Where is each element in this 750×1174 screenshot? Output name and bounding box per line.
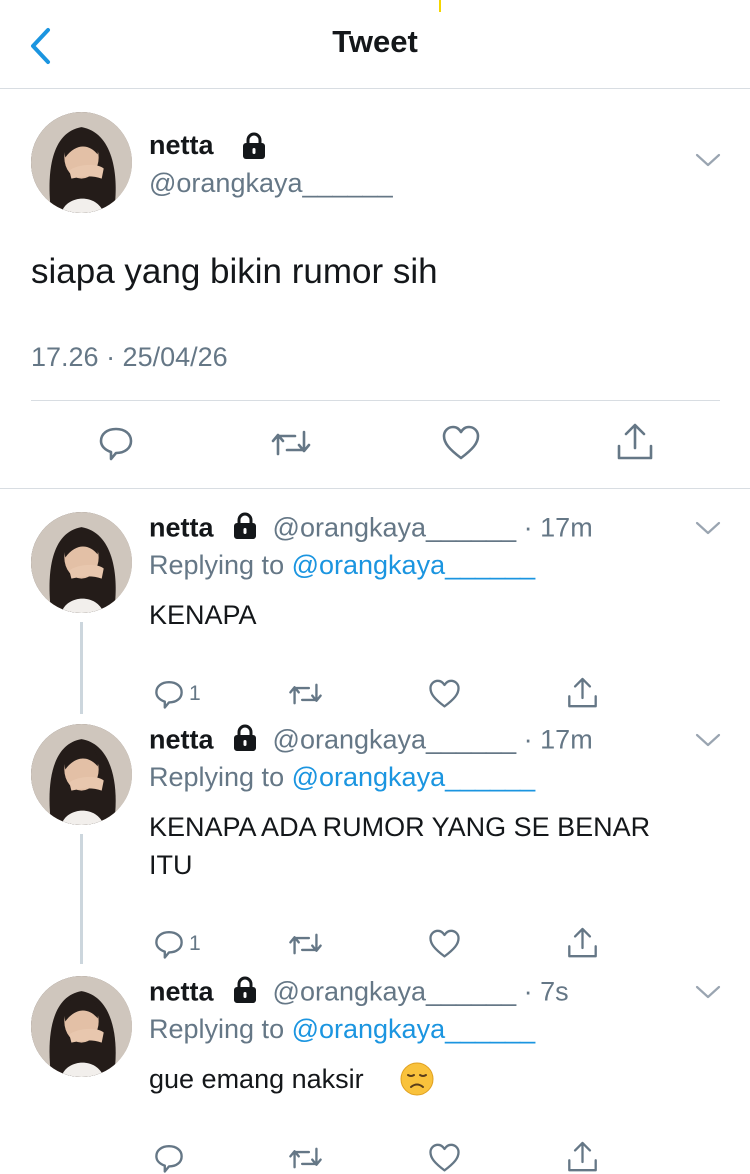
reply-button[interactable] xyxy=(153,1142,189,1174)
avatar-image xyxy=(31,724,132,825)
header-divider xyxy=(0,88,750,89)
page-title: Tweet xyxy=(332,24,418,59)
author-name[interactable]: netta xyxy=(149,725,214,755)
replying-to: Replying to @orangkaya______ xyxy=(149,762,535,793)
status-indicator xyxy=(439,0,441,12)
like-button[interactable] xyxy=(428,928,461,960)
chevron-down-icon xyxy=(695,153,721,167)
share-icon xyxy=(617,423,653,460)
reply-icon xyxy=(99,427,133,461)
avatar[interactable] xyxy=(31,112,132,213)
share-button[interactable] xyxy=(566,676,599,710)
actions-divider xyxy=(0,488,750,489)
author-name[interactable]: netta xyxy=(149,513,214,543)
reply-icon xyxy=(155,681,183,709)
chevron-down-icon xyxy=(695,733,721,747)
reply-button[interactable] xyxy=(97,424,135,462)
reply-text: KENAPA ADA RUMOR YANG SE BENAR ITU xyxy=(149,808,709,884)
thread-line xyxy=(80,834,83,964)
share-button[interactable] xyxy=(566,1140,599,1174)
reply-text-line: KENAPA ADA RUMOR YANG SE BENAR xyxy=(149,812,651,842)
reply-count: 1 xyxy=(189,682,201,705)
avatar-image xyxy=(31,512,132,613)
author-handle[interactable]: @orangkaya______ xyxy=(149,168,393,199)
retweet-icon xyxy=(289,683,322,705)
author-name[interactable]: netta xyxy=(149,130,214,161)
reply-button[interactable]: 1 xyxy=(153,678,201,710)
lock-icon xyxy=(231,976,259,1011)
retweet-button[interactable] xyxy=(287,1142,324,1174)
replying-to-link[interactable]: @orangkaya______ xyxy=(292,1014,536,1044)
replying-prefix: Replying to xyxy=(149,550,292,580)
dot-separator: · xyxy=(523,976,541,1007)
avatar[interactable] xyxy=(31,976,132,1077)
reply-icon xyxy=(155,1145,183,1173)
share-button[interactable] xyxy=(615,422,655,462)
author-name[interactable]: netta xyxy=(149,977,214,1007)
avatar[interactable] xyxy=(31,724,132,825)
dot-separator: · xyxy=(523,724,541,755)
tweet-options-button[interactable] xyxy=(694,150,722,175)
retweet-button[interactable] xyxy=(287,928,324,960)
author-handle[interactable]: @orangkaya______ xyxy=(273,977,517,1007)
tweet-timestamp[interactable]: 17.26 · 25/04/26 xyxy=(31,342,228,373)
avatar-image xyxy=(31,112,132,213)
reply-button[interactable]: 1 xyxy=(153,928,201,960)
reply-text: KENAPA xyxy=(149,596,709,634)
retweet-icon xyxy=(271,430,311,456)
tweet-divider xyxy=(31,400,720,401)
dot-separator: · xyxy=(523,512,541,543)
share-icon xyxy=(568,1141,597,1172)
author-handle[interactable]: @orangkaya______ xyxy=(273,725,517,755)
heart-icon xyxy=(429,1143,460,1172)
like-button[interactable] xyxy=(428,678,461,710)
retweet-button[interactable] xyxy=(269,424,313,462)
thread-line xyxy=(80,622,83,714)
lock-icon xyxy=(231,512,259,547)
chevron-down-icon xyxy=(695,985,721,999)
heart-icon xyxy=(429,929,460,958)
tweet-options-button[interactable] xyxy=(694,518,722,543)
disappointed-face-emoji xyxy=(400,1062,434,1096)
heart-icon xyxy=(442,425,480,460)
tweet-options-button[interactable] xyxy=(694,730,722,755)
heart-icon xyxy=(429,679,460,708)
avatar[interactable] xyxy=(31,512,132,613)
replying-to-link[interactable]: @orangkaya______ xyxy=(292,762,536,792)
reply-icon xyxy=(155,931,183,959)
avatar-image xyxy=(31,976,132,1077)
replying-to: Replying to @orangkaya______ xyxy=(149,1014,535,1045)
replying-prefix: Replying to xyxy=(149,1014,292,1044)
reply-time[interactable]: 17m xyxy=(540,725,593,755)
share-icon xyxy=(568,677,597,708)
lock-icon xyxy=(231,724,259,759)
replying-prefix: Replying to xyxy=(149,762,292,792)
retweet-icon xyxy=(289,1147,322,1169)
reply-time[interactable]: 7s xyxy=(540,977,569,1007)
lock-icon xyxy=(240,132,268,165)
tweet-options-button[interactable] xyxy=(694,982,722,1007)
reply-time[interactable]: 17m xyxy=(540,513,593,543)
tweet-text: siapa yang bikin rumor sih xyxy=(31,252,438,291)
retweet-icon xyxy=(289,933,322,955)
reply-count: 1 xyxy=(189,932,201,955)
reply-text-line: KENAPA xyxy=(149,600,257,630)
chevron-down-icon xyxy=(695,521,721,535)
like-button[interactable] xyxy=(428,1142,461,1174)
reply-text-line: ITU xyxy=(149,850,193,880)
share-button[interactable] xyxy=(566,926,599,960)
like-button[interactable] xyxy=(441,424,481,462)
share-icon xyxy=(568,927,597,958)
replying-to-link[interactable]: @orangkaya______ xyxy=(292,550,536,580)
author-handle[interactable]: @orangkaya______ xyxy=(273,513,517,543)
retweet-button[interactable] xyxy=(287,678,324,710)
replying-to: Replying to @orangkaya______ xyxy=(149,550,535,581)
